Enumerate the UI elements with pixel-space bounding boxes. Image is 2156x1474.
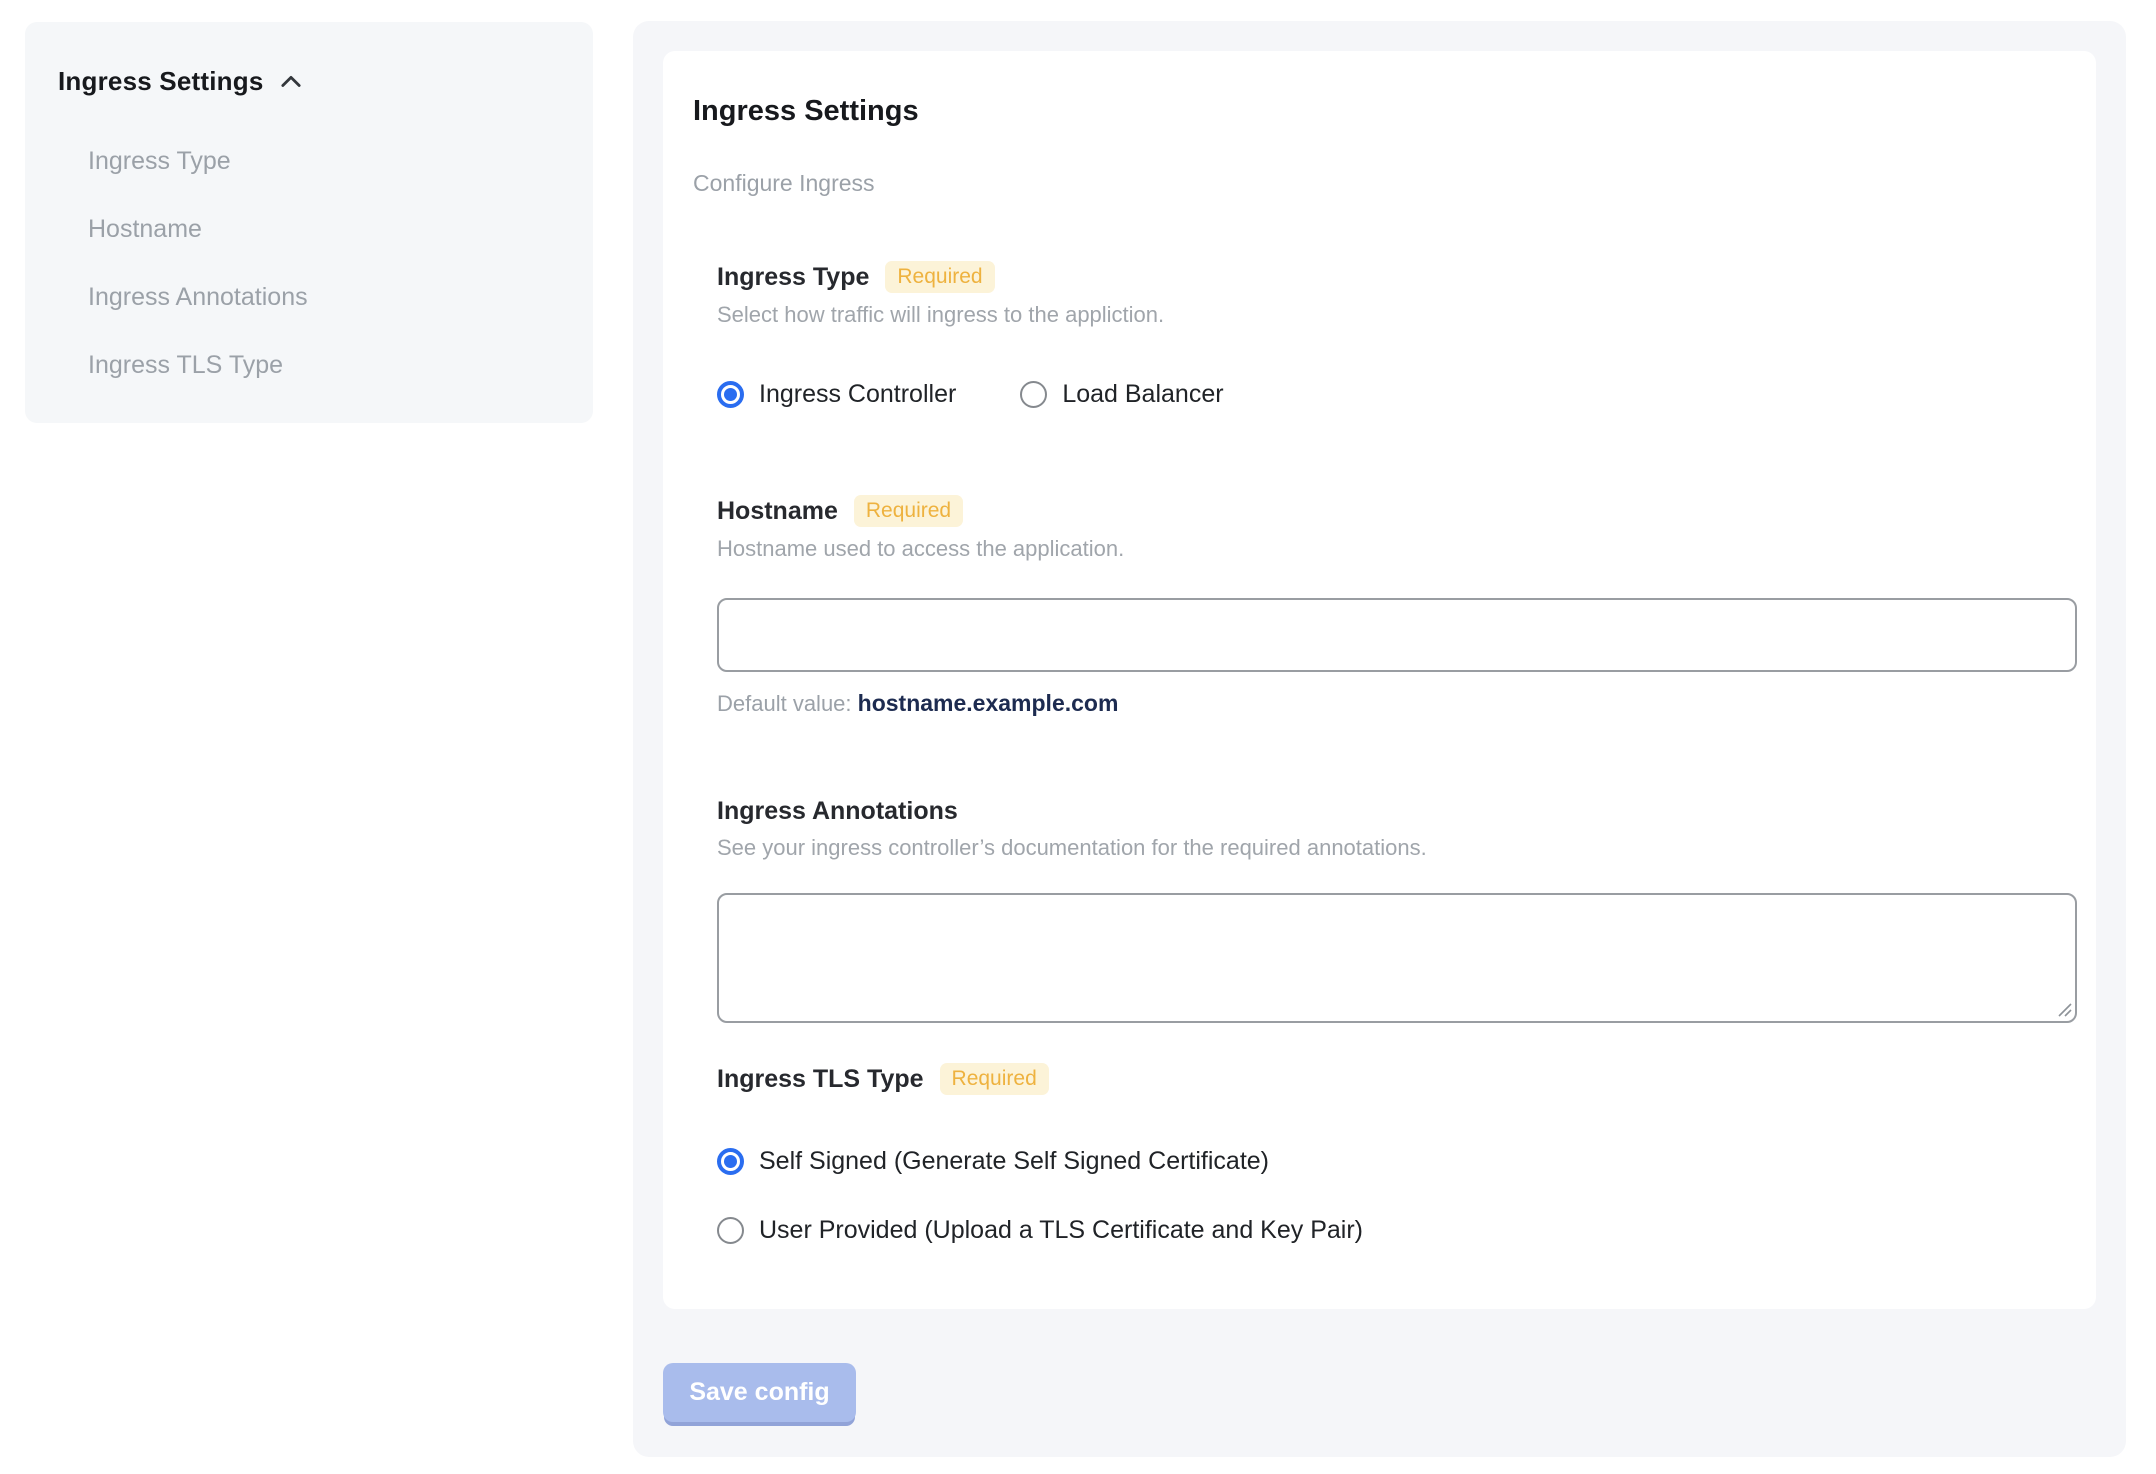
- ingress-type-description: Select how traffic will ingress to the a…: [717, 302, 1165, 327]
- save-config-button[interactable]: Save config: [663, 1363, 856, 1422]
- radio-label: Load Balancer: [1062, 380, 1224, 408]
- hostname-label: Hostname: [717, 496, 838, 525]
- ingress-annotations-description: See your ingress controller’s documentat…: [717, 835, 1427, 860]
- ingress-annotations-textarea-wrap: [717, 893, 2077, 1023]
- settings-sidebar: Ingress Settings Ingress Type Hostname I…: [25, 22, 593, 423]
- radio-unselected-icon[interactable]: [1020, 381, 1048, 408]
- radio-ingress-controller[interactable]: Ingress Controller: [717, 380, 956, 409]
- section-ingress-type: Ingress Type Required Select how traffic…: [717, 261, 2077, 409]
- radio-unselected-icon[interactable]: [717, 1217, 744, 1244]
- sidebar-item-ingress-type[interactable]: Ingress Type: [88, 127, 573, 195]
- radio-label: Ingress Controller: [759, 380, 957, 408]
- radio-label: Self Signed (Generate Self Signed Certif…: [759, 1147, 1269, 1175]
- ingress-annotations-textarea[interactable]: [717, 893, 2077, 1023]
- ingress-type-radio-group: Ingress Controller Load Balancer: [717, 380, 2077, 409]
- ingress-tls-type-label: Ingress TLS Type: [717, 1064, 924, 1093]
- radio-user-provided[interactable]: User Provided (Upload a TLS Certificate …: [717, 1216, 2077, 1245]
- required-badge: Required: [885, 261, 995, 293]
- ingress-type-label: Ingress Type: [717, 262, 870, 291]
- section-ingress-annotations: Ingress Annotations See your ingress con…: [717, 797, 2077, 1023]
- sidebar-item-hostname[interactable]: Hostname: [88, 195, 573, 263]
- default-value: hostname.example.com: [857, 690, 1119, 716]
- section-ingress-tls-type: Ingress TLS Type Required Self Signed (G…: [717, 1063, 2077, 1245]
- radio-load-balancer[interactable]: Load Balancer: [1020, 380, 1224, 409]
- resize-handle-icon[interactable]: [2055, 1000, 2073, 1018]
- default-value-label: Default value:: [717, 691, 852, 716]
- required-badge: Required: [939, 1063, 1049, 1095]
- radio-label: User Provided (Upload a TLS Certificate …: [759, 1216, 1363, 1244]
- section-hostname: Hostname Required Hostname used to acces…: [717, 495, 2077, 717]
- settings-panel: Ingress Settings Configure Ingress Ingre…: [633, 21, 2126, 1457]
- chevron-up-icon[interactable]: [277, 68, 305, 96]
- sidebar-section-title: Ingress Settings: [58, 66, 264, 96]
- sidebar-item-ingress-annotations[interactable]: Ingress Annotations: [88, 263, 573, 331]
- page-title: Ingress Settings: [693, 95, 919, 127]
- ingress-settings-card: Ingress Settings Configure Ingress Ingre…: [663, 51, 2096, 1309]
- sidebar-section-toggle[interactable]: Ingress Settings: [58, 66, 573, 97]
- hostname-input[interactable]: [717, 598, 2077, 672]
- page: Ingress Settings Ingress Type Hostname I…: [0, 0, 2156, 1474]
- ingress-annotations-label: Ingress Annotations: [717, 797, 958, 825]
- page-subtitle: Configure Ingress: [693, 170, 875, 196]
- sidebar-item-ingress-tls-type[interactable]: Ingress TLS Type: [88, 331, 573, 399]
- radio-self-signed[interactable]: Self Signed (Generate Self Signed Certif…: [717, 1147, 2077, 1176]
- sidebar-item-list: Ingress Type Hostname Ingress Annotation…: [58, 127, 573, 399]
- hostname-default-line: Default value: hostname.example.com: [717, 690, 2077, 717]
- hostname-description: Hostname used to access the application.: [717, 536, 1125, 561]
- radio-selected-icon[interactable]: [717, 381, 744, 408]
- radio-selected-icon[interactable]: [717, 1148, 744, 1175]
- required-badge: Required: [853, 495, 964, 527]
